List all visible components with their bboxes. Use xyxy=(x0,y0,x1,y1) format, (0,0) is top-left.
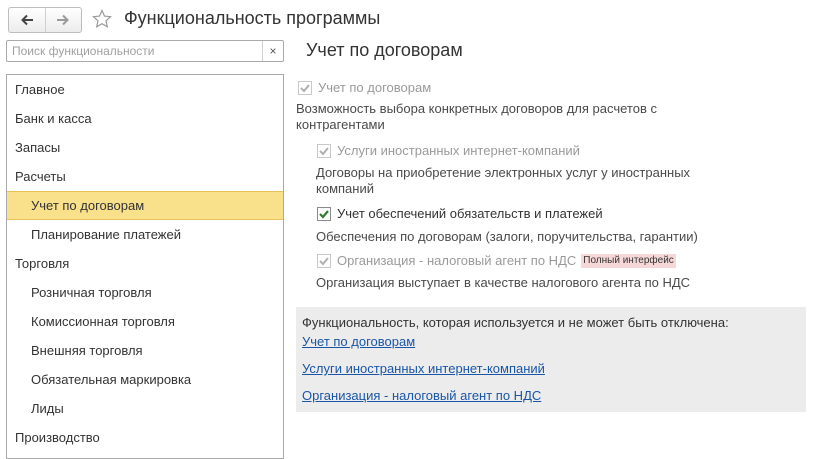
search-box: × xyxy=(6,40,284,62)
arrow-right-icon xyxy=(57,14,70,26)
link-foreign-internet-services[interactable]: Услуги иностранных интернет-компаний xyxy=(302,361,545,376)
sidebar-item-commission-trade[interactable]: Комиссионная торговля xyxy=(7,307,283,336)
checkbox-vat-tax-agent[interactable] xyxy=(317,253,331,268)
sidebar-item-mandatory-marking[interactable]: Обязательная маркировка xyxy=(7,365,283,394)
checkbox-contract-accounting[interactable] xyxy=(298,80,312,95)
checkbox-foreign-internet-services[interactable] xyxy=(317,143,331,158)
option-label: Учет по договорам xyxy=(318,80,432,95)
option-description: Организация выступает в качестве налогов… xyxy=(316,275,691,290)
option-label: Учет обеспечений обязательств и платежей xyxy=(337,206,603,221)
section-title: Учет по договорам xyxy=(306,40,463,60)
checkbox-obligation-guarantees[interactable] xyxy=(317,206,331,221)
navigation-buttons xyxy=(8,7,82,33)
page-title: Функциональность программы xyxy=(124,8,381,28)
sidebar-item-inventory[interactable]: Запасы xyxy=(7,133,283,162)
option-label: Организация - налоговый агент по НДС xyxy=(337,253,577,268)
option-contract-accounting[interactable]: Учет по договорам xyxy=(298,80,431,95)
star-icon xyxy=(92,9,112,29)
clear-search-button[interactable]: × xyxy=(262,41,283,61)
checkmark-icon xyxy=(317,253,331,268)
sections-list: Главное Банк и касса Запасы Расчеты Учет… xyxy=(6,74,284,459)
checkmark-icon xyxy=(317,206,331,221)
option-description: Обеспечения по договорам (залоги, поручи… xyxy=(316,229,698,244)
option-label: Услуги иностранных интернет-компаний xyxy=(337,143,580,158)
sidebar-item-leads[interactable]: Лиды xyxy=(7,394,283,423)
fixed-functionality-panel: Функциональность, которая используется и… xyxy=(296,307,806,412)
sidebar-item-foreign-trade[interactable]: Внешняя торговля xyxy=(7,336,283,365)
favorite-button[interactable] xyxy=(90,7,114,31)
sidebar-item-trade[interactable]: Торговля xyxy=(7,249,283,278)
checkmark-icon xyxy=(317,143,331,158)
sidebar-item-retail[interactable]: Розничная торговля xyxy=(7,278,283,307)
forward-button[interactable] xyxy=(44,8,82,32)
sidebar-item-bank-cash[interactable]: Банк и касса xyxy=(7,104,283,133)
sidebar-item-main[interactable]: Главное xyxy=(7,75,283,104)
option-obligation-guarantees[interactable]: Учет обеспечений обязательств и платежей xyxy=(317,206,603,221)
sidebar-item-settlements[interactable]: Расчеты xyxy=(7,162,283,191)
link-vat-tax-agent[interactable]: Организация - налоговый агент по НДС xyxy=(302,388,541,403)
fixed-panel-caption: Функциональность, которая используется и… xyxy=(302,315,729,330)
back-button[interactable] xyxy=(9,8,45,32)
sidebar-item-production[interactable]: Производство xyxy=(7,423,283,452)
search-input[interactable] xyxy=(10,43,264,59)
option-description: Возможность выбора конкретных договоров … xyxy=(296,101,657,132)
checkmark-icon xyxy=(298,80,312,95)
full-interface-badge: Полный интерфейс xyxy=(581,253,676,268)
option-description: Договоры на приобретение электронных усл… xyxy=(316,165,691,196)
option-foreign-internet-services[interactable]: Услуги иностранных интернет-компаний xyxy=(317,143,580,158)
link-contract-accounting[interactable]: Учет по договорам xyxy=(302,334,415,349)
option-vat-tax-agent[interactable]: Организация - налоговый агент по НДС Пол… xyxy=(317,253,676,268)
sidebar-item-payment-planning[interactable]: Планирование платежей xyxy=(7,220,283,249)
sidebar-item-contract-accounting[interactable]: Учет по договорам xyxy=(7,191,283,220)
arrow-left-icon xyxy=(20,14,33,26)
